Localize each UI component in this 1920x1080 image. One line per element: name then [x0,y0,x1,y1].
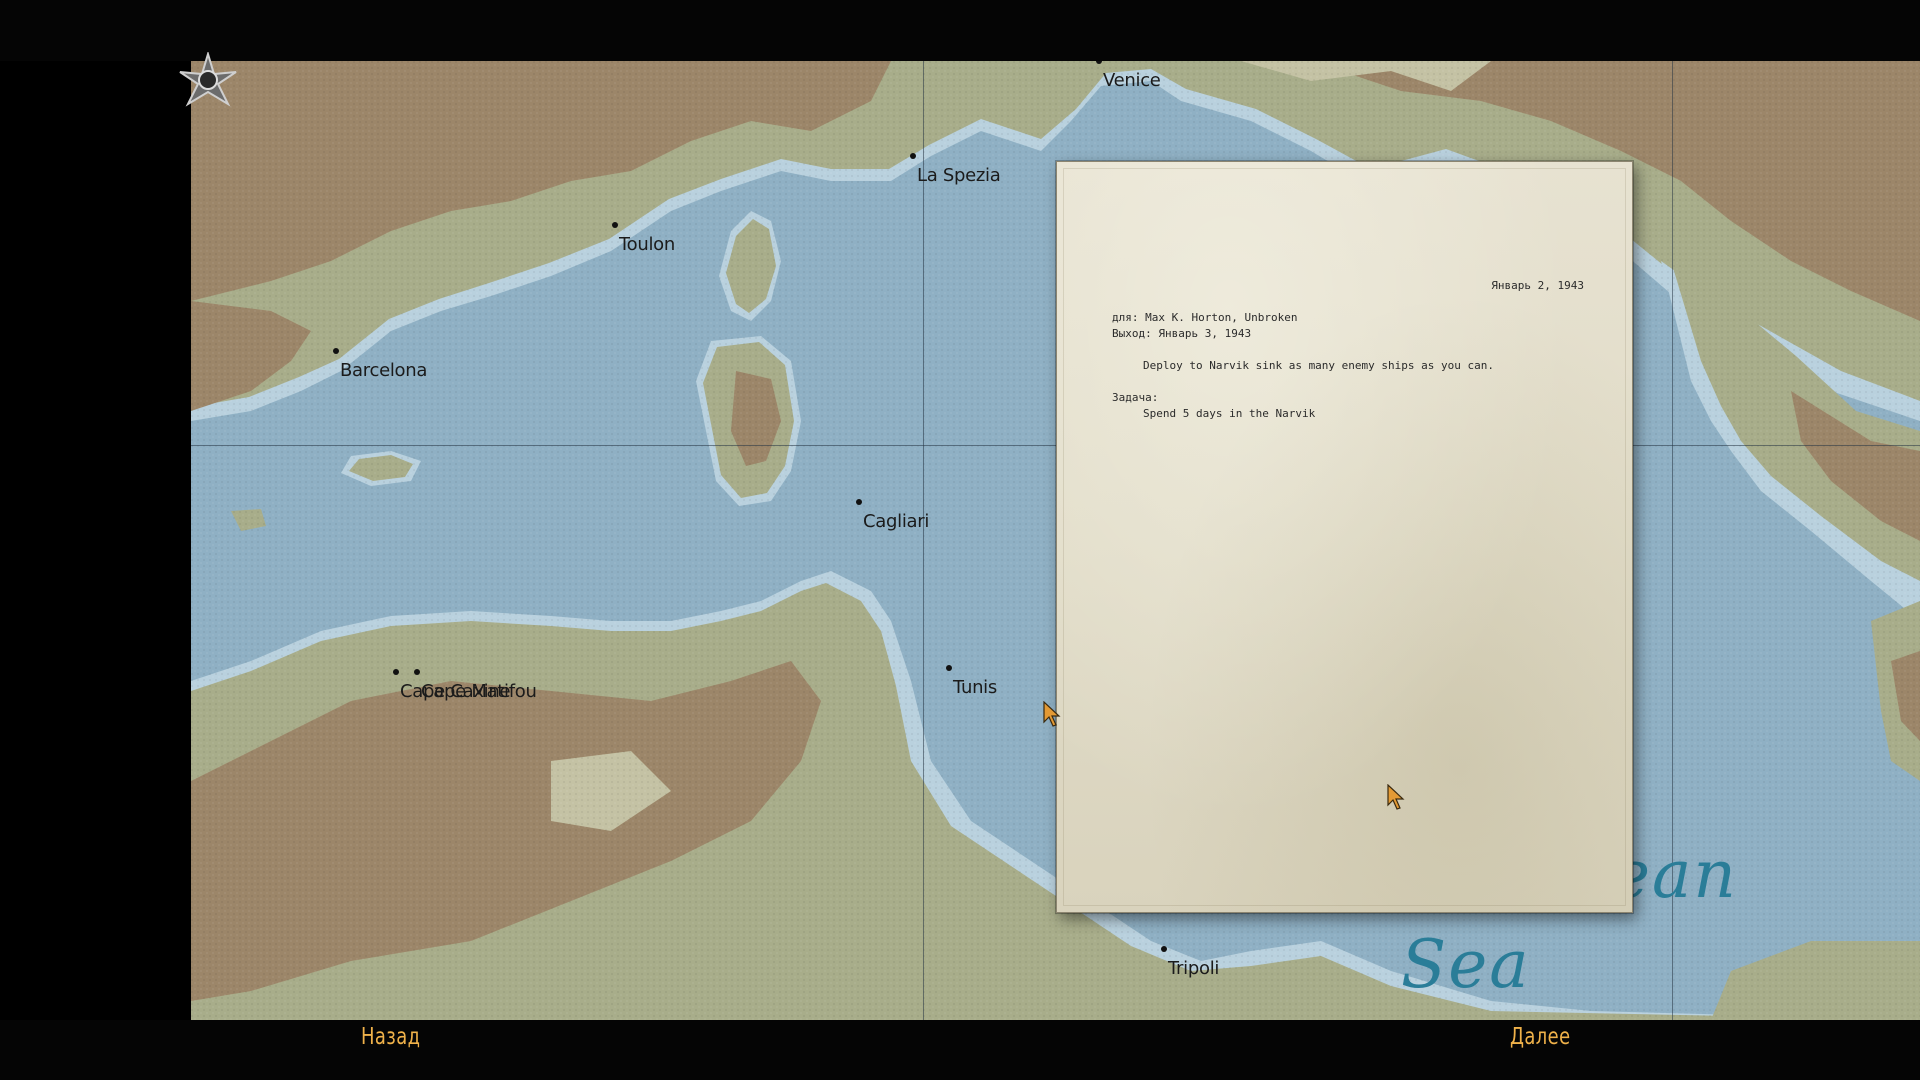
city-name: Barcelona [340,360,428,381]
orders-document: Январь 2, 1943 для: Max K. Horton, Unbro… [1056,161,1633,913]
departure-line: Выход: Январь 3, 1943 [1112,327,1251,340]
departure-label: Выход: [1112,327,1152,340]
city-name: Venice [1103,70,1161,91]
city-name: Toulon [619,234,675,255]
city-dot [333,348,339,354]
left-black-bar [0,61,191,1020]
city-name: Tripoli [1168,958,1220,979]
top-black-bar [0,0,1920,61]
arrow-cursor-icon [1043,700,1061,727]
city-name: La Spezia [917,165,1001,186]
city-name: Cagliari [863,511,930,532]
city-name: Tunis [953,677,997,698]
task-text: Spend 5 days in the Narvik [1143,407,1316,420]
city-dot [414,669,420,675]
back-button[interactable]: Назад [361,1024,420,1050]
city-dot [1161,946,1167,952]
sea-label: Sea [1401,926,1531,1003]
recipient-line: для: Max K. Horton, Unbroken [1112,311,1297,324]
meridian-line [923,61,924,1020]
city-dot [910,153,916,159]
city-name: Cape Matifou [421,681,537,702]
bottom-nav-bar [0,1020,1920,1080]
recipient-label: для: [1112,311,1139,324]
compass-star-icon [166,50,250,112]
city-dot [946,665,952,671]
task-label: Задача: [1112,391,1159,404]
arrow-cursor-icon [1387,783,1405,810]
city-dot [393,669,399,675]
departure-value: Январь 3, 1943 [1158,327,1252,340]
city-dot [856,499,862,505]
recipient-value: Max K. Horton, Unbroken [1145,311,1298,324]
orders-date: Январь 2, 1943 [1491,279,1584,292]
next-button[interactable]: Далее [1510,1024,1571,1050]
city-dot [612,222,618,228]
orders-text: Deploy to Narvik sink as many enemy ship… [1143,359,1494,372]
